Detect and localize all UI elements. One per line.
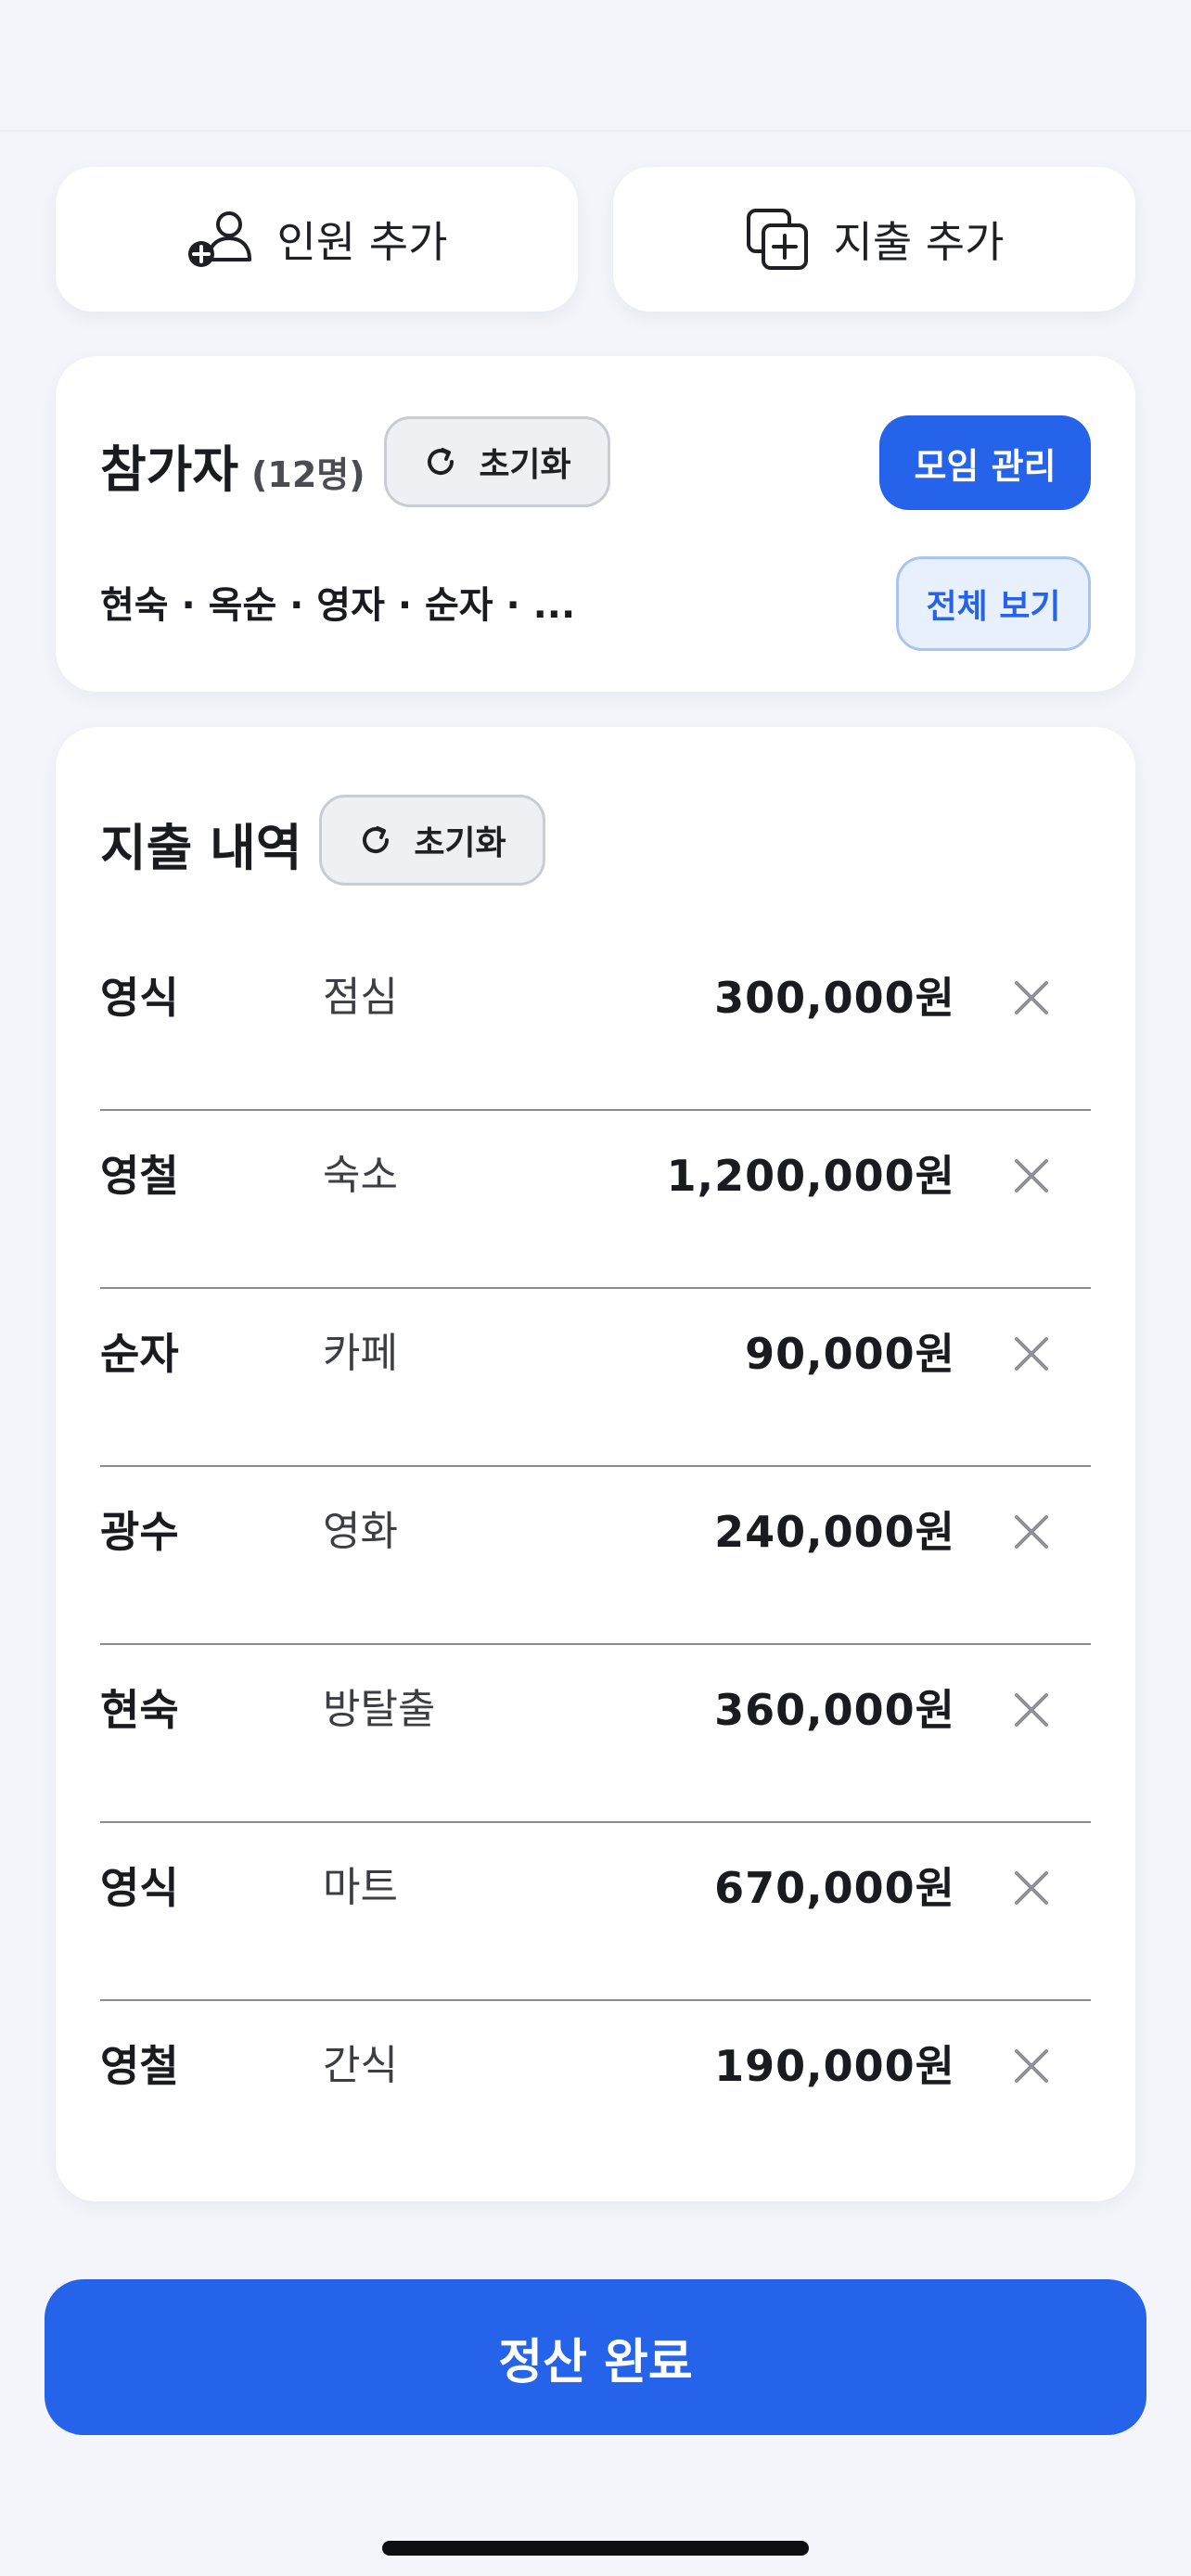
- expense-description: 카페: [323, 1330, 398, 1377]
- top-bar: [0, 0, 1191, 132]
- expense-list: 영식 점심 300,000원 영철 숙소 1,200,000원 순자 카페 90…: [100, 933, 1091, 2177]
- expenses-reset-label: 초기화: [414, 824, 506, 862]
- expense-description: 영화: [323, 1508, 398, 1555]
- manage-group-button[interactable]: 모임 관리: [879, 415, 1091, 510]
- expense-description: 점심: [323, 974, 398, 1021]
- expense-row: 영철 숙소 1,200,000원: [100, 1111, 1091, 1289]
- expense-amount: 360,000원: [714, 1685, 955, 1735]
- expenses-title: 지출 내역: [100, 819, 302, 877]
- person-add-icon: [187, 211, 251, 267]
- expense-amount: 300,000원: [714, 973, 955, 1023]
- expense-row: 현숙 방탈출 360,000원: [100, 1645, 1091, 1823]
- add-expense-button[interactable]: 지출 추가: [613, 167, 1135, 312]
- participant-list: 현숙 · 옥순 · 영자 · 순자 · ...: [100, 584, 576, 627]
- complete-settlement-button[interactable]: 정산 완료: [45, 2279, 1146, 2435]
- expense-payer: 현숙: [100, 1685, 179, 1735]
- close-icon[interactable]: [1013, 1869, 1050, 1906]
- expense-amount: 1,200,000원: [666, 1151, 955, 1201]
- expense-amount: 190,000원: [714, 2041, 955, 2091]
- close-icon[interactable]: [1013, 1335, 1050, 1372]
- expense-amount: 90,000원: [745, 1329, 955, 1379]
- expense-row: 영식 점심 300,000원: [100, 933, 1091, 1111]
- expense-description: 숙소: [323, 1152, 398, 1199]
- expense-payer: 순자: [100, 1329, 179, 1379]
- home-indicator: [382, 2541, 809, 2556]
- participants-title-text: 참가자: [100, 440, 239, 499]
- expense-payer: 영철: [100, 2041, 179, 2091]
- add-expense-label: 지출 추가: [833, 217, 1005, 267]
- participants-title: 참가자 (12명): [100, 428, 365, 502]
- action-row: 인원 추가 지출 추가: [56, 167, 1135, 312]
- copy-plus-icon: [746, 209, 808, 270]
- expense-row: 영철 간식 190,000원: [100, 2001, 1091, 2177]
- expense-row: 영식 마트 670,000원: [100, 1823, 1091, 2001]
- expense-payer: 영식: [100, 1863, 179, 1913]
- expense-description: 방탈출: [323, 1686, 436, 1733]
- expenses-reset-button[interactable]: 초기화: [319, 795, 545, 886]
- participants-reset-label: 초기화: [479, 446, 571, 484]
- expense-description: 마트: [323, 1864, 398, 1911]
- view-all-button[interactable]: 전체 보기: [896, 556, 1091, 651]
- close-icon[interactable]: [1013, 979, 1050, 1016]
- close-icon[interactable]: [1013, 2047, 1050, 2085]
- refresh-icon: [363, 826, 390, 854]
- participants-count: (12명): [251, 454, 365, 495]
- expense-amount: 670,000원: [714, 1863, 955, 1913]
- close-icon[interactable]: [1013, 1513, 1050, 1550]
- expense-payer: 광수: [100, 1507, 179, 1557]
- add-member-button[interactable]: 인원 추가: [56, 167, 578, 312]
- refresh-icon: [428, 448, 455, 476]
- participants-reset-button[interactable]: 초기화: [384, 416, 610, 507]
- expense-description: 간식: [323, 2042, 398, 2089]
- close-icon[interactable]: [1013, 1157, 1050, 1194]
- close-icon[interactable]: [1013, 1691, 1050, 1728]
- expense-row: 광수 영화 240,000원: [100, 1467, 1091, 1645]
- add-member-label: 인원 추가: [276, 217, 448, 267]
- expense-payer: 영식: [100, 973, 179, 1023]
- expenses-card: 지출 내역 초기화 영식 점심 300,000원 영철 숙소 1,200,000…: [56, 727, 1135, 2201]
- participants-card: 참가자 (12명) 초기화 모임 관리 현숙 · 옥순 · 영자 · 순자 · .…: [56, 356, 1135, 692]
- expense-payer: 영철: [100, 1151, 179, 1201]
- expense-amount: 240,000원: [714, 1507, 955, 1557]
- expense-row: 순자 카페 90,000원: [100, 1289, 1091, 1467]
